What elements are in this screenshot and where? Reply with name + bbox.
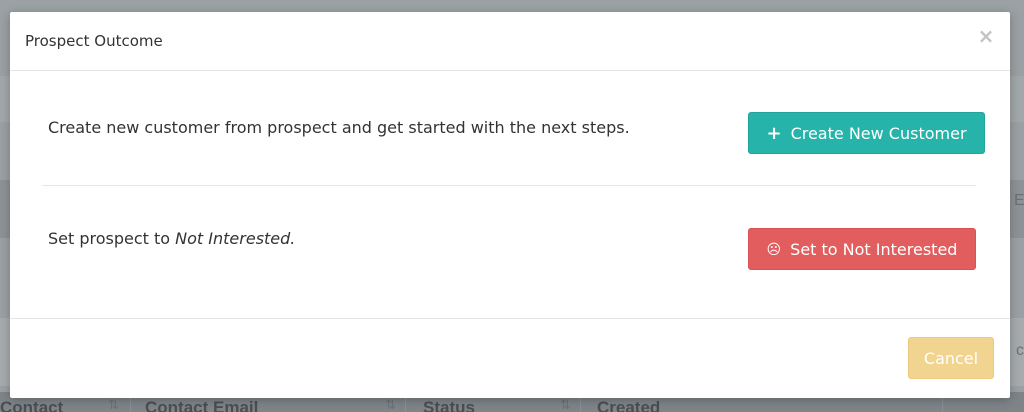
modal-title: Prospect Outcome: [25, 32, 163, 50]
backdrop-column-header: Contact: [0, 398, 64, 412]
create-customer-description: Create new customer from prospect and ge…: [48, 118, 630, 137]
backdrop-column-header: Status: [423, 398, 475, 412]
backdrop-column-header: Contact Email: [145, 398, 259, 412]
backdrop-edge-text: E: [1014, 192, 1024, 209]
modal-header: Prospect Outcome ×: [10, 12, 1010, 71]
not-interested-text-prefix: Set prospect to: [48, 229, 176, 248]
not-interested-description: Set prospect to Not Interested.: [48, 229, 295, 249]
not-interested-text-emphasis: Not Interested.: [175, 229, 296, 248]
sort-icon: ⇅: [108, 398, 119, 412]
create-new-customer-button[interactable]: + Create New Customer: [748, 112, 985, 154]
create-new-customer-label: Create New Customer: [790, 124, 967, 143]
modal-footer: Cancel: [10, 318, 1010, 399]
set-not-interested-button[interactable]: ☹ Set to Not Interested: [748, 228, 976, 270]
backdrop-column-header: Created: [597, 398, 661, 412]
backdrop-band: [0, 0, 1024, 12]
cancel-button[interactable]: Cancel: [908, 337, 994, 379]
close-icon[interactable]: ×: [976, 26, 996, 46]
frown-icon: ☹: [766, 242, 782, 258]
sort-icon: ⇅: [560, 398, 571, 412]
not-interested-row: Set prospect to Not Interested. ☹ Set to …: [42, 186, 976, 318]
modal-body: Create new customer from prospect and ge…: [10, 71, 1010, 318]
plus-icon: +: [766, 123, 782, 144]
prospect-outcome-modal: Prospect Outcome × Create new customer f…: [10, 12, 1010, 398]
create-customer-row: Create new customer from prospect and ge…: [42, 71, 985, 185]
set-not-interested-label: Set to Not Interested: [790, 240, 958, 259]
backdrop-edge-text: c: [1016, 342, 1024, 359]
sort-icon: ⇅: [385, 398, 396, 412]
